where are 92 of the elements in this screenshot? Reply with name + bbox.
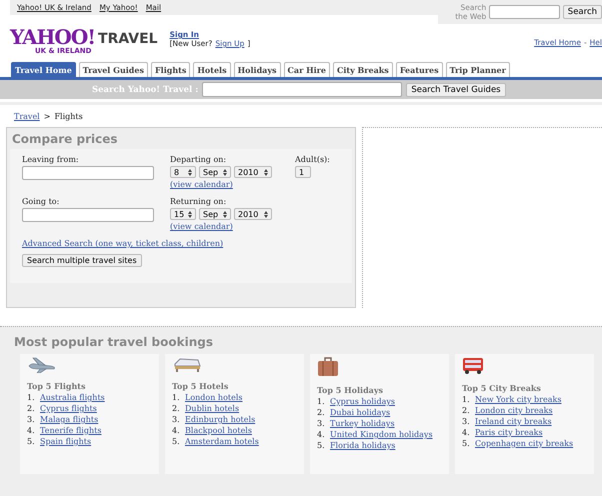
day-select[interactable]: 8 (170, 166, 196, 178)
booking-link[interactable]: London hotels (185, 392, 242, 403)
nav-tab[interactable]: Trip Planner (446, 62, 510, 77)
nav-tab[interactable]: City Breaks (332, 62, 393, 77)
nav-tab[interactable]: Flights (151, 62, 190, 77)
item-number: 3. (27, 414, 36, 425)
web-search-field[interactable] (489, 5, 560, 19)
leaving-field[interactable] (22, 166, 154, 180)
card-title: Top 5 Flights (27, 381, 86, 391)
card-title: Top 5 Holidays (317, 385, 384, 395)
booking-link[interactable]: Florida holidays (330, 440, 396, 451)
item-number: 3. (317, 418, 326, 429)
booking-link[interactable]: Turkey holidays (330, 418, 395, 429)
panel-title: Compare prices (11, 131, 118, 148)
updown-arrow-icon (188, 210, 192, 218)
item-number: 5. (317, 440, 326, 451)
booking-link[interactable]: London city breaks (475, 405, 553, 416)
bed-icon (172, 357, 202, 373)
search-sites-button[interactable]: Search multiple travel sites (22, 254, 142, 267)
item-number: 4. (172, 425, 181, 436)
day-select[interactable]: 15 (170, 208, 196, 220)
booking-link[interactable]: Dublin hotels (185, 403, 240, 414)
updown-arrow-icon (264, 168, 268, 176)
item-number: 5. (172, 436, 181, 447)
booking-link[interactable]: Paris city breaks (475, 427, 543, 438)
month-select[interactable]: Sep (199, 166, 231, 178)
section-heading: Most popular travel bookings (14, 335, 214, 349)
booking-link[interactable]: New York city breaks (475, 394, 562, 405)
search-travel-button[interactable]: Search Travel Guides (406, 82, 506, 96)
item-number: 1. (462, 394, 471, 405)
booking-link[interactable]: Blackpool hotels (185, 425, 252, 436)
updown-arrow-icon (223, 168, 227, 176)
bus-icon (462, 357, 484, 375)
nav-tab[interactable]: Hotels (193, 62, 231, 77)
booking-link[interactable]: Australia flights (40, 392, 105, 403)
booking-link[interactable]: Copenhagen city breaks (475, 438, 574, 449)
booking-link[interactable]: Cyprus holidays (330, 396, 395, 407)
item-number: 2. (27, 403, 36, 414)
section-title: TRAVEL (98, 31, 158, 47)
field-label: Going to: (22, 197, 60, 206)
item-number: 3. (172, 414, 181, 425)
travel-search-field[interactable] (202, 82, 402, 97)
booking-link[interactable]: Malaga flights (40, 414, 98, 425)
nav-tab[interactable]: Travel Home (11, 62, 76, 77)
adults-select[interactable]: 1 (295, 166, 311, 178)
item-number: 4. (317, 429, 326, 440)
item-number: 5. (27, 436, 36, 447)
item-number: 1. (172, 392, 181, 403)
item-number: 5. (462, 438, 471, 449)
nav-tab[interactable]: Car Hire (284, 62, 330, 77)
logo-wordmark: YAHOO! (10, 28, 96, 47)
item-number: 4. (462, 427, 471, 438)
nav-tab[interactable]: Features (396, 62, 443, 77)
month-select[interactable]: Sep (199, 208, 231, 220)
booking-link[interactable]: Edinburgh hotels (185, 414, 256, 425)
booking-link[interactable]: Ireland city breaks (475, 416, 552, 427)
nav-tab[interactable]: Holidays (234, 62, 281, 77)
updown-arrow-icon (223, 210, 227, 218)
breadcrumb-separator: > (44, 112, 50, 123)
field-label: Returning on: (170, 197, 228, 206)
year-select[interactable]: 2010 (234, 166, 272, 178)
calendar-link[interactable]: (view calendar) (170, 180, 295, 189)
booking-link[interactable]: Spain flights (40, 436, 92, 447)
airplane-icon (27, 357, 57, 373)
field-label: Leaving from: (22, 155, 80, 164)
booking-link[interactable]: Dubai holidays (330, 407, 390, 418)
item-number: 4. (27, 425, 36, 436)
card-title: Top 5 City Breaks (462, 383, 542, 393)
item-number: 1. (317, 396, 326, 407)
breadcrumb-current: Flights (54, 112, 83, 123)
booking-link[interactable]: Cyprus flights (40, 403, 97, 414)
card-title: Top 5 Hotels (172, 381, 230, 391)
booking-link[interactable]: Amsterdam hotels (185, 436, 259, 447)
updown-arrow-icon (188, 168, 192, 176)
item-number: 2. (462, 405, 471, 416)
calendar-link[interactable]: (view calendar) (170, 222, 295, 231)
suitcase-icon (317, 357, 339, 377)
field-label: Adult(s): (295, 155, 331, 164)
field-label: Departing on: (170, 155, 228, 164)
nav-tab[interactable]: Travel Guides (78, 62, 148, 77)
updown-arrow-icon (264, 210, 268, 218)
advanced-search-link[interactable]: Advanced Search (one way, ticket class, children) (22, 239, 224, 248)
booking-link[interactable]: Tenerife flights (40, 425, 102, 436)
booking-link[interactable]: United Kingdom holidays (330, 429, 433, 440)
item-number: 3. (462, 416, 471, 427)
year-select[interactable]: 2010 (234, 208, 272, 220)
breadcrumb-link[interactable]: Travel (14, 112, 40, 124)
item-number: 2. (317, 407, 326, 418)
item-number: 2. (172, 403, 181, 414)
going-field[interactable] (22, 208, 154, 222)
web-search-button[interactable]: Search (562, 5, 602, 19)
item-number: 1. (27, 392, 36, 403)
